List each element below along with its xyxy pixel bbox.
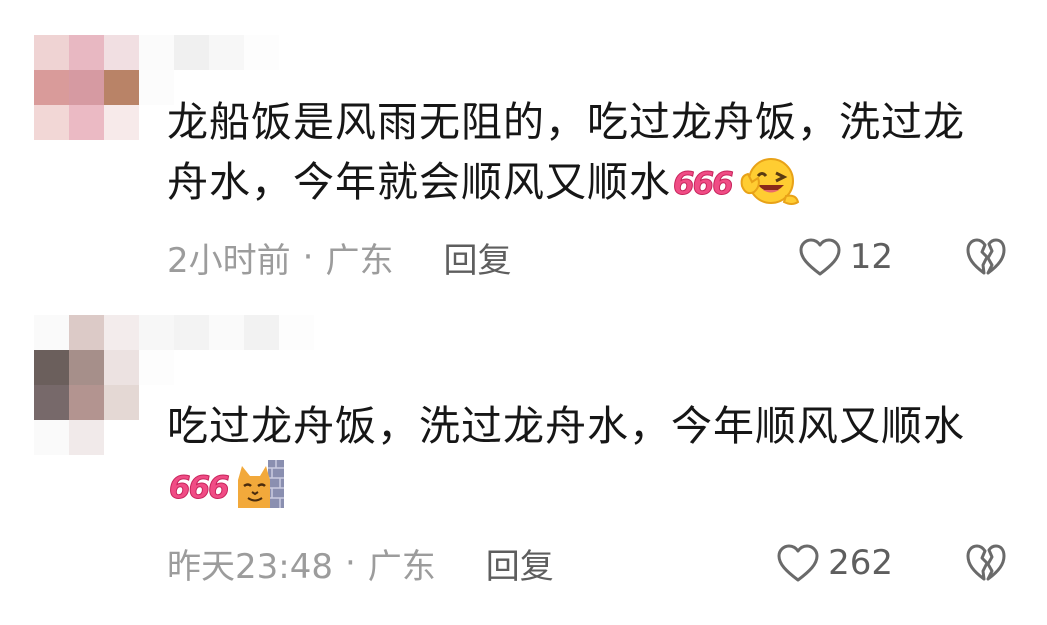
dislike-button[interactable]	[965, 237, 1007, 277]
like-button[interactable]: 262	[776, 543, 893, 583]
comment-time: 昨天23:48	[167, 546, 333, 587]
comment-time: 2小时前	[167, 240, 291, 281]
comment-item: 吃过龙舟饭，洗过龙舟水，今年顺风又顺水666 昨天23:48 · 广东 回复 2…	[0, 310, 1047, 625]
comment-location: 广东	[367, 546, 436, 587]
comment-text: 龙船饭是风雨无阻的，吃过龙舟饭，洗过龙舟水，今年就会顺风又顺水666	[167, 92, 997, 222]
dislike-button[interactable]	[965, 543, 1007, 583]
reply-button[interactable]: 回复	[486, 539, 554, 588]
heart-outline-icon	[799, 238, 841, 276]
like-count: 12	[849, 237, 893, 277]
comment-meta: 昨天23:48 · 广东 回复 262	[167, 538, 1007, 588]
grinning-wink-emoji-icon	[738, 156, 800, 222]
meta-separator: ·	[344, 543, 356, 583]
meta-separator: ·	[302, 237, 314, 277]
emoji-666-icon: 666	[673, 166, 735, 203]
cat-peeking-emoji-icon	[234, 458, 288, 526]
heart-outline-icon	[777, 544, 819, 582]
like-button[interactable]: 12	[798, 237, 893, 277]
comment-text: 吃过龙舟饭，洗过龙舟水，今年顺风又顺水666	[167, 396, 997, 526]
like-count: 262	[828, 543, 893, 583]
comment-location: 广东	[325, 240, 394, 281]
broken-heart-icon	[966, 238, 1006, 275]
emoji-666-icon: 666	[169, 470, 231, 507]
comment-item: 龙船饭是风雨无阻的，吃过龙舟饭，洗过龙舟水，今年就会顺风又顺水666 2小时前 …	[0, 0, 1047, 310]
reply-button[interactable]: 回复	[443, 233, 511, 282]
comment-meta: 2小时前 · 广东 回复 12	[167, 232, 1007, 282]
broken-heart-icon	[966, 544, 1006, 581]
